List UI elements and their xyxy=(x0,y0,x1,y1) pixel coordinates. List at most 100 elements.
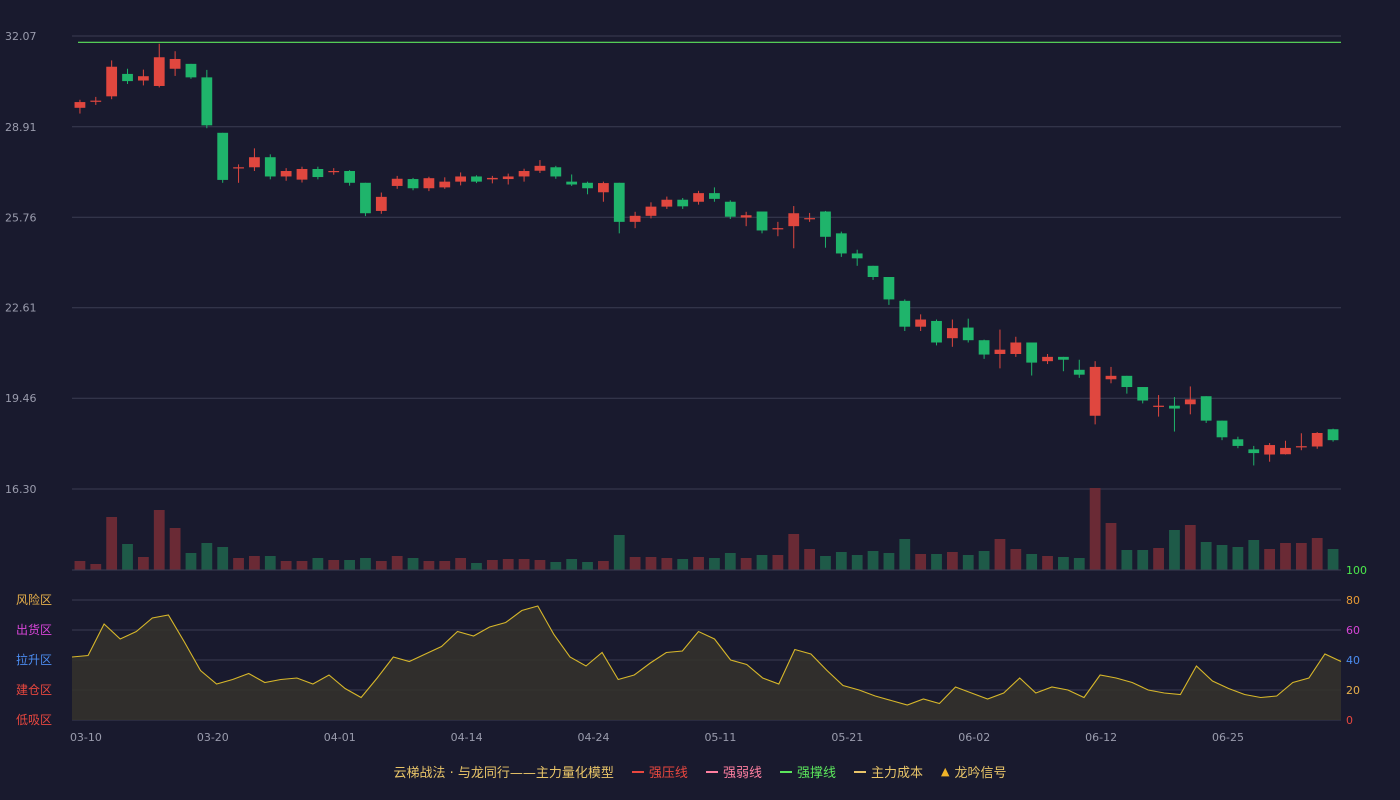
volume-bar xyxy=(106,517,118,570)
volume-bar xyxy=(820,556,831,570)
osc-zone-label: 拉升区 xyxy=(16,652,52,667)
candle-body xyxy=(375,196,387,211)
volume-bar xyxy=(1073,558,1085,570)
candle-body xyxy=(1280,447,1291,455)
candle-body xyxy=(598,183,609,193)
candle-body xyxy=(709,193,720,199)
candle-body xyxy=(1200,396,1212,421)
candle-body xyxy=(677,199,689,207)
candle-body xyxy=(455,176,467,182)
candle-body xyxy=(867,265,879,278)
candle-body xyxy=(153,57,165,86)
volume-bar xyxy=(518,559,530,570)
price-tick-label: 25.76 xyxy=(5,211,37,224)
legend-main-cost[interactable]: 主力成本 xyxy=(853,762,923,781)
candle-body xyxy=(502,176,514,180)
candle-body xyxy=(724,201,736,217)
volume-bar xyxy=(1311,538,1323,570)
candle-body xyxy=(233,167,244,169)
volume-bar xyxy=(1184,525,1196,570)
osc-zone-label: 出货区 xyxy=(16,622,52,637)
volume-bar xyxy=(946,552,958,570)
osc-tick-label: 60 xyxy=(1346,624,1360,637)
volume-bar xyxy=(296,561,308,570)
volume-bar xyxy=(1010,549,1022,570)
candle-body xyxy=(185,63,197,78)
date-tick-label: 04-01 xyxy=(324,731,356,744)
volume-bar xyxy=(788,534,800,570)
osc-zone-label: 建仓区 xyxy=(16,683,52,697)
candle-body xyxy=(74,102,86,108)
candle-body xyxy=(582,182,593,189)
volume-bar xyxy=(201,543,213,570)
candle-body xyxy=(550,167,562,177)
date-tick-label: 03-20 xyxy=(197,731,229,744)
volume-bar xyxy=(90,564,102,570)
triangle-icon: ▲ xyxy=(940,765,950,778)
legend-label: 强撑线 xyxy=(796,766,836,781)
volume-bar xyxy=(994,539,1006,570)
legend-dragon-signal[interactable]: ▲ 龙吟信号 xyxy=(941,762,1006,781)
candle-body xyxy=(851,253,863,259)
candle-body xyxy=(820,211,831,237)
date-tick-label: 03-10 xyxy=(70,731,102,744)
candle-body xyxy=(296,168,308,180)
volume-bar xyxy=(391,556,403,570)
candle-body xyxy=(439,181,451,188)
volume-bar xyxy=(153,510,165,570)
candle-body xyxy=(471,176,482,182)
candle-body xyxy=(1042,356,1053,362)
candle-body xyxy=(360,182,371,214)
osc-tick-label: 40 xyxy=(1346,654,1360,667)
legend-label: 强压线 xyxy=(648,766,688,781)
volume-bar xyxy=(328,560,340,570)
candle-body xyxy=(978,340,990,355)
legend-resistance-strong[interactable]: 强压线 xyxy=(631,762,688,781)
legend-strength-line[interactable]: 强弱线 xyxy=(705,762,762,781)
candle-body xyxy=(1216,420,1228,438)
volume-bar xyxy=(312,558,324,570)
candle-body xyxy=(344,171,355,183)
candle-body xyxy=(946,328,958,339)
price-tick-label: 28.91 xyxy=(5,121,37,134)
volume-bar xyxy=(629,557,641,570)
candle-body xyxy=(423,178,435,189)
legend-label: 主力成本 xyxy=(870,766,923,781)
candle-body xyxy=(613,182,625,222)
candle-body xyxy=(661,199,673,207)
volume-bar xyxy=(645,557,657,570)
candlestick-chart: 32.07 28.91 25.76 22.61 19.46 16.30 100 80 60 40 2… xyxy=(5,30,1367,744)
legend-title: 云梯战法 · 与龙同行——主力量化模型 xyxy=(394,762,614,781)
candle-body xyxy=(1105,375,1117,380)
volume-bar xyxy=(1248,540,1260,570)
candle-body xyxy=(1121,375,1133,388)
volume-bar xyxy=(740,558,752,570)
volume-bar xyxy=(756,555,768,570)
volume-bar xyxy=(1137,550,1149,570)
candle-body xyxy=(629,215,641,222)
volume-bar xyxy=(978,551,990,570)
candle-body xyxy=(566,181,578,185)
candle-body xyxy=(264,157,276,177)
candle-body xyxy=(312,168,324,178)
volume-bar xyxy=(407,558,419,570)
legend-support-line[interactable]: 强撑线 xyxy=(779,762,836,781)
price-tick-label: 19.46 xyxy=(5,392,37,405)
volume-bar xyxy=(423,561,435,570)
date-tick-label: 06-25 xyxy=(1212,731,1244,744)
date-tick-label: 04-14 xyxy=(451,731,483,744)
candle-body xyxy=(915,319,927,327)
volume-bar xyxy=(677,559,689,570)
candle-body xyxy=(883,277,895,300)
volume-bar xyxy=(1121,550,1133,570)
candle-body xyxy=(1089,366,1101,416)
volume-bar xyxy=(1089,488,1101,570)
candle-body xyxy=(106,66,118,97)
candle-body xyxy=(835,233,847,254)
volume-bar xyxy=(1216,545,1228,570)
candle-body xyxy=(1327,429,1339,441)
candle-body xyxy=(280,171,292,177)
volume-bar xyxy=(471,563,482,570)
candle-body xyxy=(1010,342,1022,354)
candle-body xyxy=(1058,356,1069,360)
